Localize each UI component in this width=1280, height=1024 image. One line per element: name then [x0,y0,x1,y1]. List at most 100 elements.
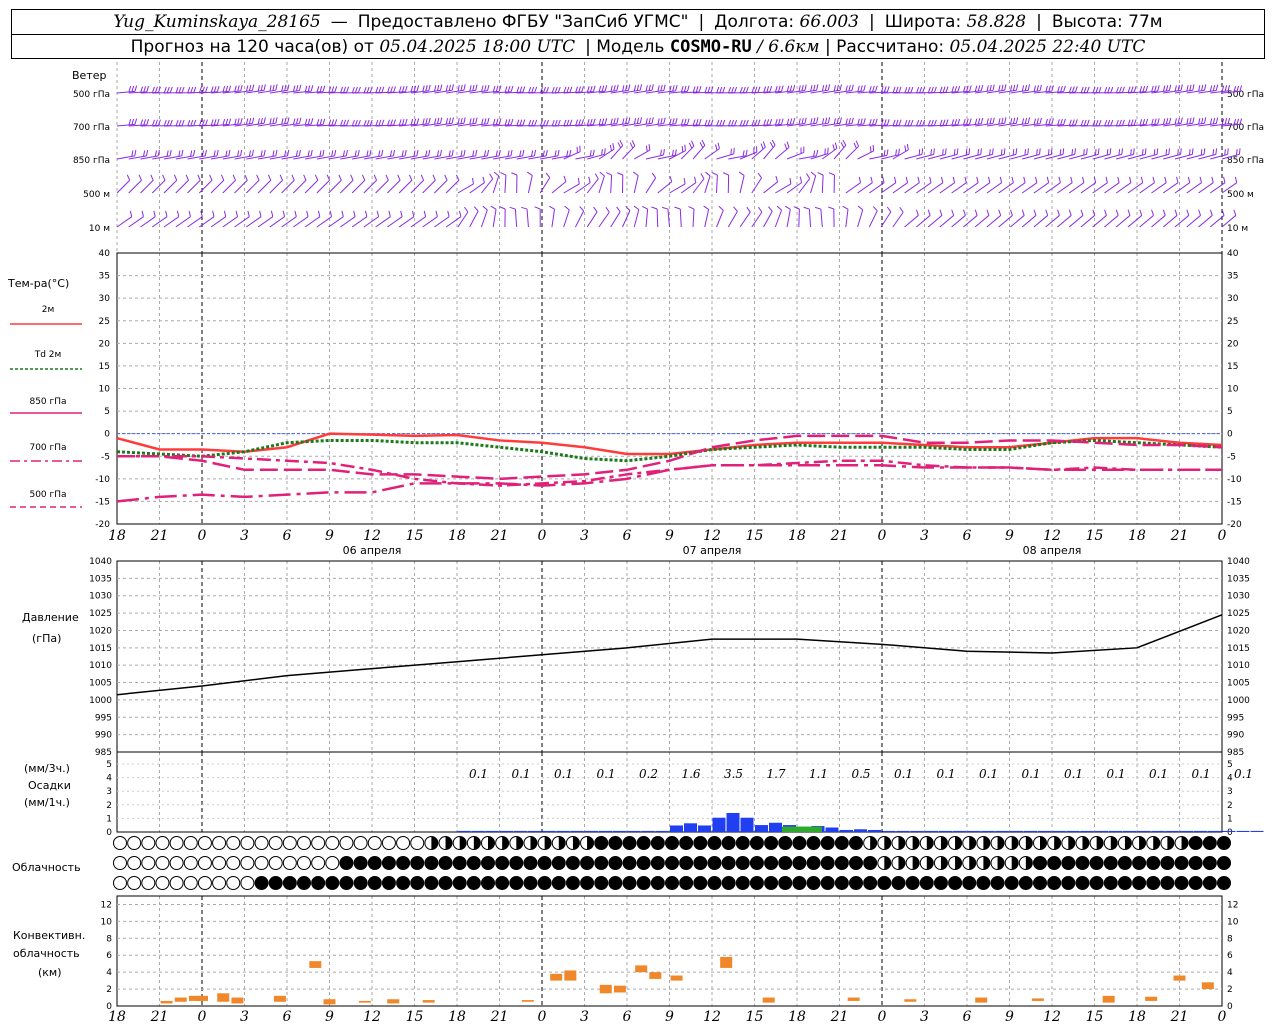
cloud-circle [608,856,623,870]
wind-barb-flag [632,171,639,176]
wind-barb [1080,215,1096,228]
cloud-circle [707,836,722,850]
conv-bar [174,997,187,1002]
wind-barb-flag [357,149,360,156]
wind-barb-flag [814,206,821,210]
cloud-circle [976,876,991,890]
wind-barb-flag [1015,117,1019,124]
wind-barb-flag [292,118,296,125]
wind-barb-flag [322,118,326,125]
wind-barb-flag [801,84,804,92]
wind-barb-flag [201,150,204,157]
wind-barb-flag [342,150,346,157]
wind-barb [281,216,297,228]
wind-barb-flag [610,118,613,125]
wind-barb [1198,182,1214,194]
wind-barb-flag [969,118,972,125]
cloud-circle [707,856,722,870]
conv-tick-right: 4 [1227,968,1233,978]
wind-barb-flag [1177,149,1179,156]
wind-barb-flag [447,210,450,217]
wind-barb [575,210,585,228]
wind-barb-flag [1224,149,1226,156]
wind-barb [293,216,309,228]
wind-barb-flag [1024,84,1028,91]
precip-tick-right: 3 [1227,787,1233,797]
wind-barb-flag [291,174,295,181]
temp-tick-right: 30 [1227,294,1239,304]
cloud-circle [849,856,863,870]
wind-barb-flag [1212,117,1216,124]
wind-barb-flag [393,86,396,93]
wind-barb-flag [140,86,144,93]
wind-barb-flag [484,118,487,125]
cloud-circle [1117,856,1132,870]
wind-barb-flag [408,174,413,181]
cloud-circle [707,876,722,890]
wind-barb-flag [907,119,911,126]
wind-barb-flag [636,117,640,124]
precip-bar [939,830,952,832]
wind-barb-flag [519,150,522,157]
wind-barb-flag [516,119,520,126]
wind-barb-flag [813,150,816,157]
wind-barb-flag [904,145,907,152]
precip-bar [514,830,527,832]
wind-barb-flag [651,117,654,124]
wind-barb-flag [1068,209,1072,216]
cloud-circle [693,856,708,870]
cloud-circle [806,876,821,890]
wind-barb-flag [1059,149,1062,156]
wind-barb [633,175,639,194]
wind-barb-flag [974,209,978,216]
wind-barb [398,179,413,194]
wind-barb-flag [839,84,842,91]
wind-barb-flag [376,210,380,217]
wind-barb [1033,215,1049,228]
wind-barb-flag [281,85,284,92]
wind-barb-flag [210,86,214,93]
precip-3h-value: 1.1 [809,767,828,781]
cloud-circle [1202,836,1217,850]
wind-barb [563,209,570,228]
wind-barb-flag [569,149,572,156]
wind-barb-flag [860,118,863,125]
wind-barb-flag [951,119,955,126]
wind-barb-flag [1127,86,1131,93]
wind-barb-flag [980,148,982,155]
wind-barb-flag [361,174,366,181]
cloud-circle [1188,876,1203,890]
wind-barb [1080,182,1096,194]
cloud-circle [381,836,396,850]
wind-barb-flag [848,85,851,92]
wind-barb-flag [813,84,816,91]
wind-barb-flag [331,86,335,93]
cloud-circle [1160,876,1175,890]
wind-barb-flag [895,86,899,93]
wind-barb-flag [145,149,149,156]
wind-barb-flag [684,144,686,151]
wind-barb-flag [827,117,831,124]
wind-barb-flag [836,84,839,91]
cloud-circle [1089,856,1104,870]
wind-barb-flag [343,86,347,93]
wind-barb-flag [904,119,908,126]
wind-barb [140,216,156,228]
wind-barb-flag [150,174,154,181]
wind-barb-flag [346,86,350,93]
wind-barb-flag [259,210,262,217]
hour-tick-label-bottom: 6 [283,1009,292,1024]
cloud-half [926,856,934,870]
wind-barb-flag [592,149,595,156]
conv-tick-right: 12 [1227,900,1238,910]
wind-barb-flag [701,139,706,146]
wind-barb-flag [742,86,746,93]
wind-barb-flag [945,119,949,126]
wind-barb-flag [354,150,357,157]
wind-barb-flag [804,84,807,91]
hour-tick-label-bottom: 18 [788,1009,806,1024]
wind-barb [246,216,262,228]
wind-barb-flag [1192,117,1195,124]
cloud-circle [353,856,368,870]
cloud-circle [1075,876,1090,890]
